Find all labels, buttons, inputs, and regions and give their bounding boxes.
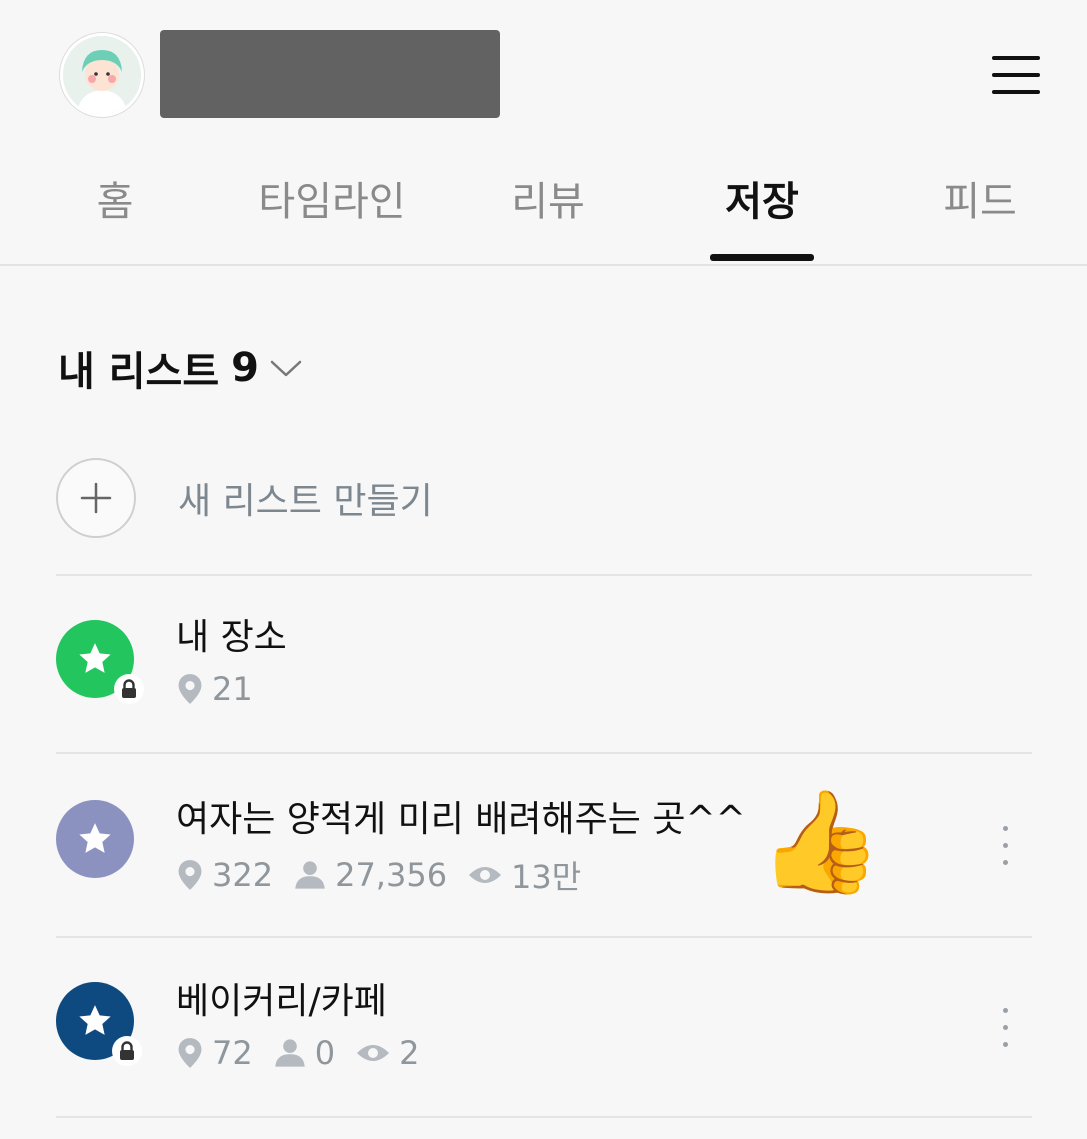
follower-count: 27,356 xyxy=(293,856,447,894)
plus-icon xyxy=(56,458,136,538)
list-title: 여자는 양적게 미리 배려해주는 곳^^ xyxy=(176,790,746,842)
lock-icon xyxy=(114,674,144,704)
my-lists-title: 내 리스트 xyxy=(58,349,220,395)
star-icon xyxy=(79,643,111,673)
place-count-value: 21 xyxy=(212,670,253,708)
more-vertical-icon[interactable] xyxy=(996,824,1016,868)
person-icon xyxy=(295,861,325,889)
view-count: 13만 xyxy=(467,852,581,898)
view-count-value: 2 xyxy=(399,1034,420,1072)
list-stats: 322 27,356 13만 xyxy=(176,852,601,898)
active-tab-indicator xyxy=(710,254,814,261)
star-icon xyxy=(79,1005,111,1035)
divider xyxy=(56,752,1032,754)
view-count: 2 xyxy=(355,1034,419,1072)
eye-icon xyxy=(469,867,502,883)
divider xyxy=(56,1116,1032,1118)
person-icon xyxy=(274,1039,305,1067)
pin-icon xyxy=(178,860,202,890)
create-new-list-button[interactable]: 새 리스트 만들기 xyxy=(56,458,1036,538)
tab-saved[interactable]: 저장 xyxy=(700,160,824,260)
list-title-text: 여자는 양적게 미리 배려해주는 곳^^ xyxy=(176,799,746,840)
pin-icon xyxy=(178,674,202,704)
list-item-my-places[interactable]: 내 장소 21 xyxy=(0,590,1087,740)
tab-timeline[interactable]: 타임라인 xyxy=(232,160,432,260)
lock-icon xyxy=(112,1036,142,1066)
view-count-value: 13만 xyxy=(511,858,582,896)
follower-count-value: 27,356 xyxy=(335,856,448,894)
place-count: 21 xyxy=(176,670,253,708)
place-count-value: 322 xyxy=(212,856,274,894)
profile-avatar[interactable] xyxy=(60,33,144,117)
tab-home[interactable]: 홈 xyxy=(60,160,170,260)
list-star-icon xyxy=(56,800,134,878)
list-stats: 72 0 2 xyxy=(176,1034,439,1072)
list-item-bakery-cafe[interactable]: 베이커리/카페 72 0 2 xyxy=(0,954,1087,1104)
my-lists-dropdown[interactable]: 내 리스트 9 xyxy=(58,338,303,398)
place-count-value: 72 xyxy=(212,1034,253,1072)
follower-count: 0 xyxy=(273,1034,335,1072)
avatar-image xyxy=(63,36,141,114)
tab-feed[interactable]: 피드 xyxy=(920,160,1040,260)
menu-icon[interactable] xyxy=(992,52,1042,98)
pin-icon xyxy=(178,1038,202,1068)
tab-bar: 홈 타임라인 리뷰 저장 피드 xyxy=(0,160,1087,266)
divider xyxy=(56,574,1032,576)
thumbs-up-icon: 👍 xyxy=(758,783,883,900)
redacted-username xyxy=(160,30,500,118)
divider xyxy=(56,936,1032,938)
top-bar xyxy=(0,0,1087,150)
place-count: 322 xyxy=(176,856,273,894)
more-vertical-icon[interactable] xyxy=(996,1006,1016,1050)
list-title: 내 장소 xyxy=(176,617,287,658)
place-count: 72 xyxy=(176,1034,253,1072)
my-lists-count: 9 xyxy=(231,345,259,391)
list-item-small-portions[interactable]: 여자는 양적게 미리 배려해주는 곳^^ 👍 322 27,356 13만 xyxy=(0,772,1087,922)
list-stats: 21 xyxy=(176,670,273,708)
star-icon xyxy=(79,823,111,853)
tab-review[interactable]: 리뷰 xyxy=(488,160,608,260)
follower-count-value: 0 xyxy=(314,1034,336,1072)
list-title: 베이커리/카페 xyxy=(176,981,387,1022)
chevron-down-icon xyxy=(270,360,302,377)
eye-icon xyxy=(357,1045,390,1061)
create-new-list-label: 새 리스트 만들기 xyxy=(178,481,433,522)
